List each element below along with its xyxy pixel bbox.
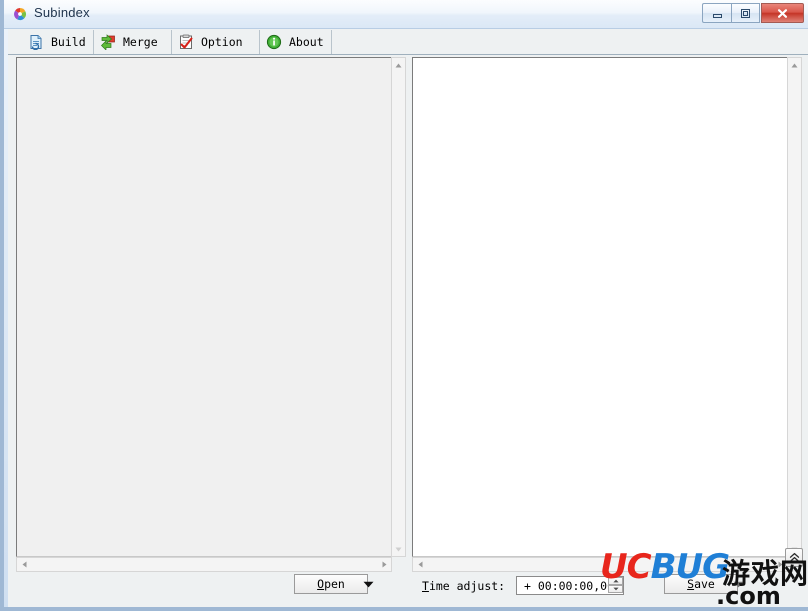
left-panel-vertical-scrollbar[interactable]: [391, 57, 406, 557]
right-panel-vertical-scrollbar[interactable]: [787, 57, 802, 557]
client-area: [8, 55, 808, 607]
right-panel-horizontal-scrollbar[interactable]: [412, 557, 788, 572]
maximize-icon: [732, 4, 759, 22]
save-accel: S: [687, 577, 695, 591]
chevron-down-icon: [733, 581, 743, 587]
subtitle-list-panel-left[interactable]: [16, 57, 400, 557]
tab-about-label: About: [289, 35, 324, 49]
time-adjust-spinner[interactable]: + 00:00:00,000: [516, 576, 624, 595]
open-button[interactable]: Open: [294, 574, 368, 594]
scroll-right-icon[interactable]: [377, 558, 391, 571]
open-accel: O: [317, 577, 325, 591]
time-adjust-value: + 00:00:00,000: [524, 579, 621, 593]
tab-build-label: Build: [51, 35, 86, 49]
time-adjust-label: Time adjust:: [422, 579, 506, 593]
minimize-icon: [703, 4, 731, 22]
tab-option-label: Option: [201, 35, 243, 49]
title-bar: Subindex: [4, 0, 808, 29]
spin-up-icon[interactable]: [608, 577, 623, 585]
close-button[interactable]: [761, 3, 804, 23]
spin-down-icon[interactable]: [608, 585, 623, 593]
option-checklist-icon: [180, 34, 193, 49]
app-pinwheel-icon: [14, 8, 27, 21]
subtitle-text-panel-right[interactable]: [412, 57, 796, 557]
chevron-down-icon: [363, 581, 373, 587]
open-button-label: Open: [317, 577, 345, 591]
toolbar: Build Merge Option About: [8, 29, 808, 55]
scroll-left-icon[interactable]: [413, 558, 427, 571]
save-button[interactable]: Save: [664, 574, 738, 594]
window-title: Subindex: [34, 5, 90, 20]
tab-merge[interactable]: Merge: [94, 30, 172, 54]
scroll-left-icon[interactable]: [17, 558, 31, 571]
time-adjust-spin-buttons[interactable]: [608, 577, 623, 594]
build-document-icon: [30, 35, 42, 50]
save-button-label: Save: [687, 577, 715, 591]
tab-about[interactable]: About: [260, 30, 332, 54]
save-dropdown-button[interactable]: [729, 574, 747, 594]
scroll-down-icon[interactable]: [392, 542, 405, 556]
expand-panel-button[interactable]: [785, 548, 803, 567]
scroll-up-icon[interactable]: [788, 58, 801, 72]
tab-merge-label: Merge: [123, 35, 158, 49]
time-adjust-accel: T: [422, 579, 429, 593]
merge-arrows-icon: [101, 34, 115, 50]
tab-option[interactable]: Option: [172, 30, 260, 54]
minimize-button[interactable]: [702, 3, 731, 23]
about-info-icon: [266, 34, 282, 50]
open-dropdown-button[interactable]: [359, 574, 377, 594]
scroll-up-icon[interactable]: [392, 58, 405, 72]
chevron-double-up-icon: [789, 552, 799, 562]
tab-build[interactable]: Build: [22, 30, 94, 54]
application-window: Subindex Build Merge Option About Open T…: [0, 0, 808, 611]
maximize-button[interactable]: [731, 3, 760, 23]
left-panel-horizontal-scrollbar[interactable]: [16, 557, 392, 572]
close-icon: [762, 4, 803, 22]
